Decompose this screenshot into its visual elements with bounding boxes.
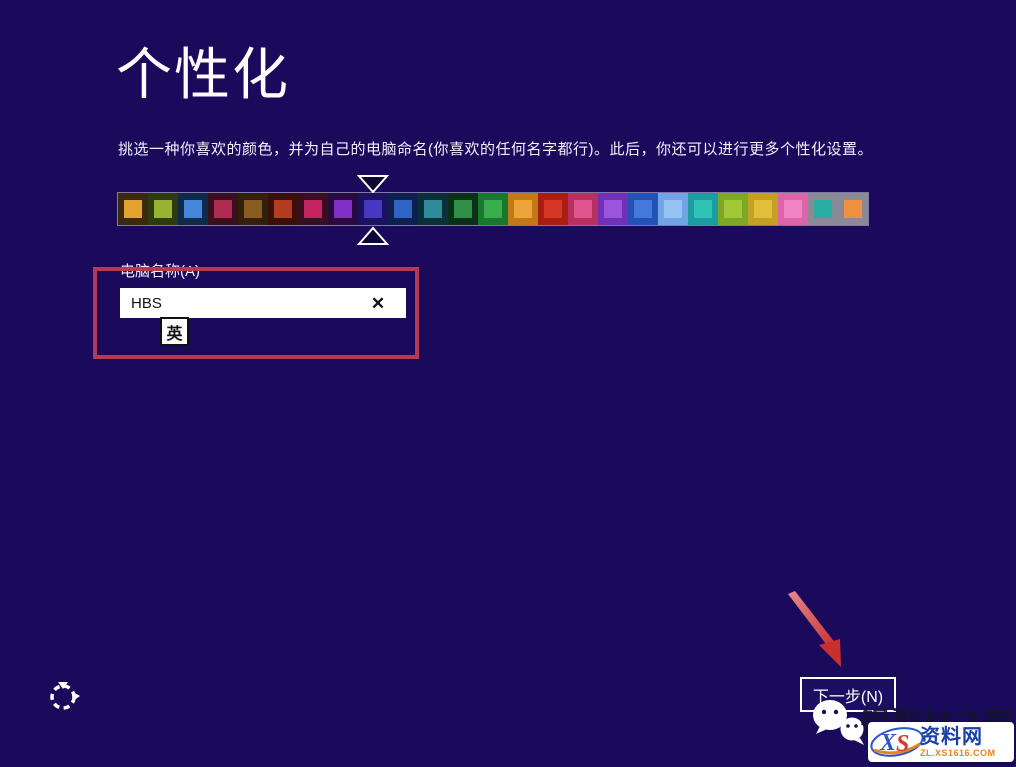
tutorial-pointer-arrow <box>778 588 868 678</box>
color-swatch <box>694 200 712 218</box>
color-swatch <box>604 200 622 218</box>
color-tile-light-blue[interactable] <box>658 193 688 225</box>
color-swatch <box>334 200 352 218</box>
color-tile-teal[interactable] <box>418 193 448 225</box>
svg-text:X: X <box>879 730 897 756</box>
color-tile-magenta[interactable] <box>298 193 328 225</box>
color-swatch <box>274 200 292 218</box>
color-tile-gold-2[interactable] <box>748 193 778 225</box>
ease-of-access-icon <box>44 703 84 718</box>
color-tile-blue-2[interactable] <box>388 193 418 225</box>
color-selection-marker-top[interactable] <box>357 174 389 194</box>
color-swatch <box>574 200 592 218</box>
color-swatch <box>664 200 682 218</box>
page-subtitle: 挑选一种你喜欢的颜色，并为自己的电脑命名(你喜欢的任何名字都行)。此后，你还可以… <box>118 138 898 159</box>
color-tile-pink[interactable] <box>778 193 808 225</box>
color-tile-teal-2[interactable] <box>808 193 838 225</box>
color-swatch <box>154 200 172 218</box>
color-tile-gold[interactable] <box>118 193 148 225</box>
site-logo: X S 资料网 ZL.XS1616.COM <box>868 722 1014 762</box>
color-swatch <box>394 200 412 218</box>
page-title: 个性化 <box>116 30 290 111</box>
color-tile-green[interactable] <box>478 193 508 225</box>
color-tile-red-orange[interactable] <box>268 193 298 225</box>
color-swatch <box>184 200 202 218</box>
color-swatch <box>844 200 862 218</box>
color-swatch <box>304 200 322 218</box>
color-tile-red[interactable] <box>538 193 568 225</box>
color-swatch <box>544 200 562 218</box>
color-tile-lime[interactable] <box>148 193 178 225</box>
color-tile-dark-green[interactable] <box>448 193 478 225</box>
color-swatch <box>634 200 652 218</box>
color-tile-orange[interactable] <box>508 193 538 225</box>
color-swatch <box>514 200 532 218</box>
color-swatch <box>724 200 742 218</box>
color-swatch <box>424 200 442 218</box>
color-tile-brown[interactable] <box>238 193 268 225</box>
logo-site-url: ZL.XS1616.COM <box>920 749 996 758</box>
color-swatch <box>124 200 142 218</box>
color-swatch <box>214 200 232 218</box>
color-tile-blue[interactable] <box>178 193 208 225</box>
logo-site-name: 资料网 <box>920 727 983 747</box>
color-swatch <box>454 200 472 218</box>
color-swatch <box>244 200 262 218</box>
color-swatch <box>364 200 382 218</box>
color-tile-orange-2[interactable] <box>838 193 868 225</box>
color-tile-pink-magenta[interactable] <box>568 193 598 225</box>
ease-of-access-button[interactable] <box>44 675 84 715</box>
color-tile-blue-3[interactable] <box>628 193 658 225</box>
color-tile-violet[interactable] <box>328 193 358 225</box>
color-tile-purple[interactable] <box>598 193 628 225</box>
color-tile-cyan-teal[interactable] <box>688 193 718 225</box>
color-tile-crimson[interactable] <box>208 193 238 225</box>
color-tile-indigo[interactable] <box>358 193 388 225</box>
next-button[interactable]: 下一步(N) <box>800 677 896 712</box>
color-swatch <box>754 200 772 218</box>
color-swatch <box>814 200 832 218</box>
color-selection-marker-bottom[interactable] <box>357 226 389 246</box>
color-picker-strip[interactable] <box>118 193 868 225</box>
color-tile-lime-2[interactable] <box>718 193 748 225</box>
color-swatch <box>484 200 502 218</box>
color-swatch <box>784 200 802 218</box>
xs-logo-icon: X S <box>868 722 926 762</box>
tutorial-highlight-box <box>93 267 419 359</box>
svg-text:S: S <box>896 731 909 757</box>
